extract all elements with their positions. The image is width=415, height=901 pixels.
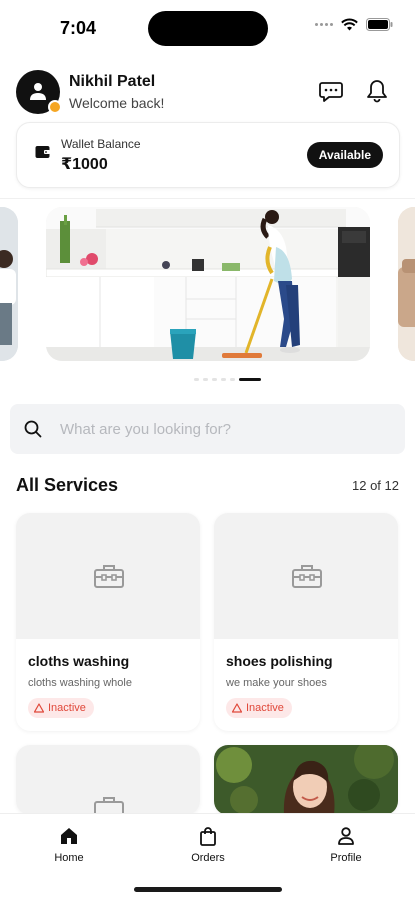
wallet-amount: ₹1000 [61, 156, 108, 173]
tab-home[interactable]: Home [29, 826, 109, 864]
chat-icon[interactable] [318, 78, 344, 104]
service-photo [214, 745, 398, 815]
user-name: Nikhil Patel [69, 73, 156, 90]
home-icon [61, 828, 77, 844]
header: Nikhil Patel Welcome back! Wallet Balanc… [0, 56, 415, 199]
user-icon [30, 83, 46, 100]
carousel-slide-next[interactable] [398, 207, 415, 361]
tab-home-label: Home [54, 852, 84, 864]
wallet-label: Wallet Balance [61, 137, 141, 151]
search-bar[interactable]: What are you looking for? [10, 404, 405, 454]
status-badge-label: Inactive [48, 702, 86, 714]
wallet-icon [35, 146, 50, 158]
available-badge[interactable]: Available [306, 142, 383, 168]
wallet-card[interactable]: Wallet Balance ₹1000 Available [16, 122, 400, 188]
status-icons [315, 18, 393, 31]
toolbox-icon [94, 797, 124, 815]
status-bar: 7:04 [0, 0, 415, 56]
profile-icon [338, 827, 354, 845]
carousel-dot[interactable] [221, 378, 226, 381]
carousel-dot[interactable] [203, 378, 208, 381]
cleaning-photo [46, 207, 370, 361]
status-time: 7:04 [60, 18, 97, 38]
carousel-dot-active[interactable] [239, 378, 261, 381]
notification-bell-icon[interactable] [364, 78, 390, 104]
alert-icon [34, 703, 44, 713]
service-card[interactable]: cloths washing cloths washing whole Inac… [16, 513, 200, 731]
toolbox-icon [292, 565, 322, 588]
toolbox-icon [94, 565, 124, 588]
service-image-placeholder [16, 745, 200, 815]
search-icon [24, 420, 42, 438]
tab-profile[interactable]: Profile [306, 826, 386, 864]
carousel-slide-prev[interactable] [0, 207, 18, 361]
carousel-indicators [0, 378, 415, 381]
services-count: 12 of 12 [352, 478, 399, 493]
service-image-placeholder [214, 513, 398, 639]
alert-icon [232, 703, 242, 713]
battery-icon [366, 18, 393, 31]
tab-profile-label: Profile [330, 852, 362, 864]
tab-orders-label: Orders [191, 852, 225, 864]
service-card[interactable]: shoes polishing we make your shoes Inact… [214, 513, 398, 731]
section-title: All Services [16, 475, 119, 495]
service-image-placeholder [16, 513, 200, 639]
avatar[interactable] [16, 70, 62, 114]
service-description: we make your shoes [226, 677, 327, 689]
service-title: shoes polishing [226, 653, 333, 669]
tab-orders[interactable]: Orders [168, 826, 248, 864]
service-card[interactable] [16, 745, 200, 815]
online-status-dot [48, 100, 62, 114]
shopping-bag-icon [200, 827, 216, 846]
status-badge-label: Inactive [246, 702, 284, 714]
carousel-dot[interactable] [212, 378, 217, 381]
dynamic-island [148, 11, 268, 46]
wifi-icon [341, 18, 358, 31]
signal-icon [315, 23, 333, 26]
carousel-slide-cleaning[interactable] [46, 207, 370, 361]
service-card[interactable] [214, 745, 398, 815]
carousel-dot[interactable] [230, 378, 235, 381]
service-title: cloths washing [28, 653, 130, 669]
home-indicator [134, 887, 282, 892]
search-input[interactable]: What are you looking for? [60, 421, 231, 438]
service-description: cloths washing whole [28, 677, 132, 689]
promo-carousel[interactable] [0, 207, 415, 367]
welcome-text: Welcome back! [69, 95, 165, 111]
status-badge: Inactive [28, 698, 94, 718]
carousel-dot[interactable] [194, 378, 199, 381]
status-badge: Inactive [226, 698, 292, 718]
